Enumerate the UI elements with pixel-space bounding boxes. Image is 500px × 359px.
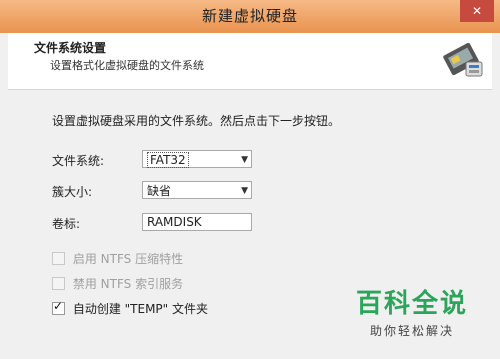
header-title: 文件系统设置 — [34, 41, 107, 55]
window-title: 新建虚拟硬盘 — [201, 7, 298, 25]
ntfs-index-checkbox[interactable] — [52, 277, 65, 290]
cluster-size-label: 簇大小: — [52, 185, 93, 199]
disk-settings-icon — [443, 42, 483, 77]
wizard-content: 设置虚拟硬盘采用的文件系统。然后点击下一步按钮。 文件系统: FAT32 ▼ 簇… — [8, 90, 492, 359]
cluster-size-select[interactable]: 缺省 ▼ — [142, 181, 252, 199]
intro-text: 设置虚拟硬盘采用的文件系统。然后点击下一步按钮。 — [52, 114, 341, 128]
chevron-down-icon: ▼ — [241, 186, 248, 196]
filesystem-label: 文件系统: — [52, 154, 105, 168]
header-subtitle: 设置格式化虚拟硬盘的文件系统 — [50, 59, 204, 72]
title-bar: 新建虚拟硬盘 ✕ — [0, 0, 500, 33]
option-ntfs-compression[interactable]: 启用 NTFS 压缩特性 — [52, 250, 183, 266]
filesystem-value: FAT32 — [147, 152, 189, 168]
ntfs-compression-label: 启用 NTFS 压缩特性 — [72, 252, 184, 266]
create-temp-label: 自动创建 "TEMP" 文件夹 — [72, 302, 208, 316]
ntfs-compression-checkbox[interactable] — [52, 252, 65, 265]
create-temp-checkbox[interactable] — [52, 299, 65, 315]
volume-label-input[interactable]: RAMDISK — [142, 213, 252, 231]
ntfs-index-label: 禁用 NTFS 索引服务 — [72, 277, 184, 291]
watermark-main: 百科全说 — [355, 289, 468, 319]
option-create-temp[interactable]: 自动创建 "TEMP" 文件夹 — [52, 299, 208, 316]
filesystem-select[interactable]: FAT32 ▼ — [142, 150, 252, 168]
chevron-down-icon: ▼ — [241, 155, 248, 165]
cluster-size-value: 缺省 — [147, 184, 172, 198]
watermark: 百科全说 助你轻松解决 — [356, 283, 468, 339]
wizard-header: 文件系统设置 设置格式化虚拟硬盘的文件系统 — [8, 33, 492, 90]
volume-label-label: 卷标: — [52, 217, 81, 231]
watermark-sub: 助你轻松解决 — [369, 324, 454, 338]
option-ntfs-index[interactable]: 禁用 NTFS 索引服务 — [52, 275, 183, 291]
close-icon: ✕ — [471, 4, 483, 18]
close-button[interactable]: ✕ — [460, 0, 494, 22]
